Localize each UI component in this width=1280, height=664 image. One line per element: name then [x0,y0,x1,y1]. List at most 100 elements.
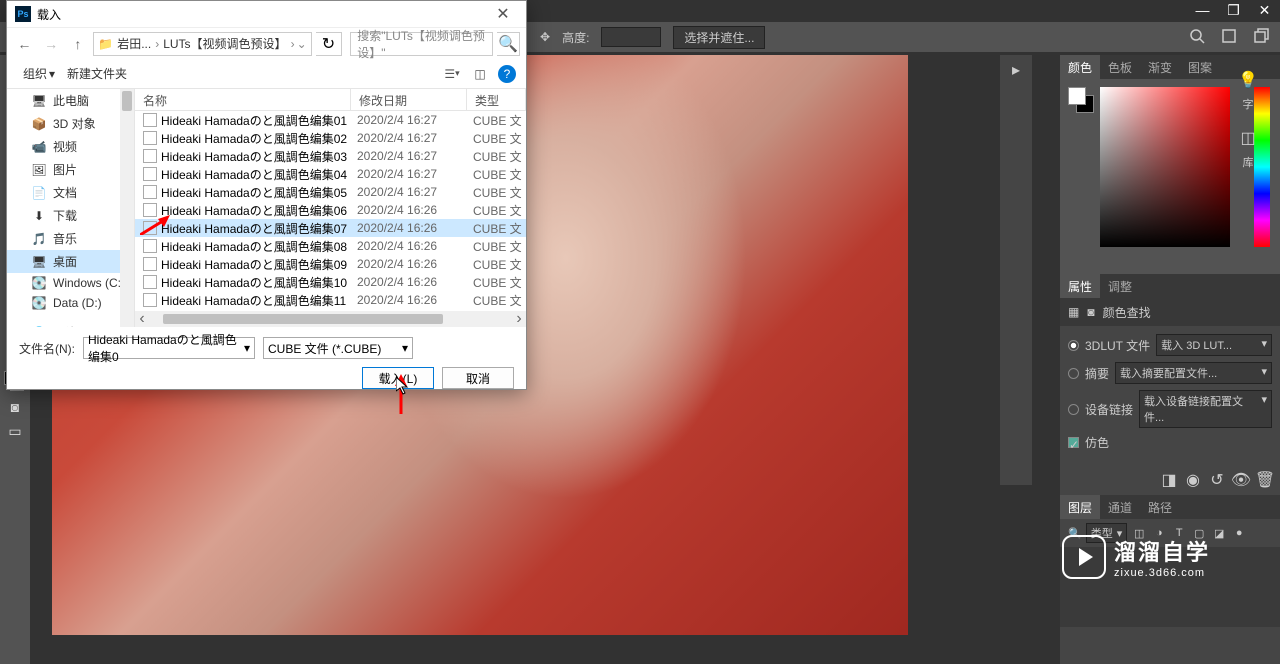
file-row[interactable]: Hideaki Hamadaのと風調色编集07【...2020/2/4 16:2… [135,219,526,237]
tree-item[interactable]: 🖼图片 [7,158,134,181]
arrange-icon[interactable] [1218,25,1240,47]
file-list-body[interactable]: Hideaki Hamadaのと風調色编集01【...2020/2/4 16:2… [135,111,526,309]
file-row[interactable]: Hideaki Hamadaのと風調色编集06【...2020/2/4 16:2… [135,201,526,219]
file-name: Hideaki Hamadaのと風調色编集03【... [161,148,351,165]
scrollbar-thumb[interactable] [122,91,132,111]
file-row[interactable]: Hideaki Hamadaのと風調色编集04【...2020/2/4 16:2… [135,165,526,183]
tab-paths[interactable]: 路径 [1140,495,1180,519]
scroll-right-icon[interactable]: › [512,310,526,327]
delete-icon[interactable]: 🗑 [1256,471,1274,489]
file-row[interactable]: Hideaki Hamadaのと風調色编集09【...2020/2/4 16:2… [135,255,526,273]
prop-row-3dlut: 3DLUT 文件 载入 3D LUT...▾ [1068,334,1272,356]
file-type: CUBE 文 [467,130,526,147]
help-icon[interactable]: ? [498,65,516,83]
dialog-close-button[interactable]: ✕ [488,4,518,24]
breadcrumb-bar[interactable]: 📁 岩田... › LUTs【视频调色预设】 › ⌄ [93,32,311,56]
file-icon [143,239,157,253]
tree-item[interactable]: ⬇下载 [7,204,134,227]
refresh-button[interactable]: ↻ [316,32,343,56]
close-button[interactable]: ✕ [1249,0,1280,20]
tree-item[interactable]: 🎵音乐 [7,227,134,250]
file-row[interactable]: Hideaki Hamadaのと風調色编集10【...2020/2/4 16:2… [135,273,526,291]
share-icon[interactable] [1250,25,1272,47]
layers-list[interactable]: 溜溜自学 zixue.3d66.com [1060,547,1280,627]
tab-adjustments[interactable]: 调整 [1100,274,1140,298]
checkbox-dither[interactable]: ✓ [1068,437,1079,448]
tree-item[interactable]: 💽Windows (C:) [7,273,134,293]
tree-item[interactable]: 📄文档 [7,181,134,204]
tab-color[interactable]: 颜色 [1060,55,1100,79]
search-button[interactable]: 🔍 [497,32,520,56]
tree-item[interactable]: 💽Data (D:) [7,293,134,313]
chevron-down-icon[interactable]: ▾ [402,341,408,355]
file-row[interactable]: Hideaki Hamadaのと風調色编集11【...2020/2/4 16:2… [135,291,526,309]
reset-icon[interactable]: ↺ [1208,471,1226,489]
filename-input[interactable]: Hideaki Hamadaのと風調色编集0▾ [83,337,255,359]
minimize-button[interactable]: — [1187,0,1218,20]
tab-gradients[interactable]: 渐变 [1140,55,1180,79]
visibility-icon[interactable]: 👁 [1232,471,1250,489]
preview-pane-icon[interactable]: ◫ [470,65,490,83]
select-3dlut[interactable]: 载入 3D LUT...▾ [1156,334,1272,356]
select-devicelink[interactable]: 载入设备链接配置文件...▾ [1139,390,1272,428]
tab-patterns[interactable]: 图案 [1180,55,1220,79]
select-and-mask-button[interactable]: 选择并遮住... [673,26,765,49]
column-type[interactable]: 类型 [467,89,526,110]
tab-channels[interactable]: 通道 [1100,495,1140,519]
height-input[interactable] [601,27,661,47]
tab-swatches[interactable]: 色板 [1100,55,1140,79]
organize-button[interactable]: 组织 ▾ [17,63,61,84]
tab-properties[interactable]: 属性 [1060,274,1100,298]
chevron-down-icon[interactable]: ⌄ [297,37,307,51]
prop-row-abstract: 摘要 载入摘要配置文件...▾ [1068,362,1272,384]
properties-panel: ▦ ◙ 颜色查找 3DLUT 文件 载入 3D LUT...▾ 摘要 载入摘要配… [1060,298,1280,495]
scrollbar-thumb[interactable] [163,314,443,324]
nav-up-button[interactable]: ↑ [67,32,90,56]
color-fgbg-swatches[interactable] [1068,87,1094,113]
panel-toggle-icon[interactable]: ▸ [1002,57,1030,83]
color-field[interactable] [1100,87,1230,247]
column-name[interactable]: 名称 [135,89,351,110]
new-folder-button[interactable]: 新建文件夹 [61,63,133,84]
tree-item[interactable]: 🖥此电脑 [7,89,134,112]
radio-3dlut[interactable] [1068,340,1079,351]
search-input[interactable]: 搜索"LUTs【视频调色预设】" [350,32,493,56]
tree-item[interactable]: 🌐网络 [7,321,134,327]
select-abstract[interactable]: 载入摘要配置文件...▾ [1115,362,1272,384]
radio-devicelink[interactable] [1068,404,1079,415]
learn-icon[interactable]: 💡 [1226,66,1270,94]
folder-tree[interactable]: 🖥此电脑📦3D 对象📹视频🖼图片📄文档⬇下载🎵音乐🖥桌面💽Windows (C:… [7,89,135,327]
tree-item[interactable]: 📹视频 [7,135,134,158]
file-row[interactable]: Hideaki Hamadaのと風調色编集03【...2020/2/4 16:2… [135,147,526,165]
tool-screenmode[interactable]: ▭ [0,419,30,443]
nav-forward-button[interactable]: → [40,32,63,56]
clip-to-layer-icon[interactable]: ◨ [1160,471,1178,489]
libraries-icon[interactable]: ◫ [1226,124,1270,152]
view-previous-icon[interactable]: ◉ [1184,471,1202,489]
file-row[interactable]: Hideaki Hamadaのと風調色编集08【...2020/2/4 16:2… [135,237,526,255]
tree-item[interactable]: 📦3D 对象 [7,112,134,135]
horizontal-scrollbar[interactable]: ‹ › [135,311,526,327]
maximize-button[interactable]: ❐ [1218,0,1249,20]
chevron-down-icon[interactable]: ▾ [244,341,250,355]
fg-swatch[interactable] [1068,87,1086,105]
search-icon[interactable] [1186,25,1208,47]
cancel-button[interactable]: 取消 [442,367,514,389]
view-options-icon[interactable]: ☰ ▾ [442,65,462,83]
nav-back-button[interactable]: ← [13,32,36,56]
file-row[interactable]: Hideaki Hamadaのと風調色编集01【...2020/2/4 16:2… [135,111,526,129]
crumb-2[interactable]: LUTs【视频调色预设】 [161,35,288,52]
column-date[interactable]: 修改日期 [351,89,467,110]
filetype-select[interactable]: CUBE 文件 (*.CUBE)▾ [263,337,413,359]
tree-scrollbar[interactable] [120,89,134,327]
tab-layers[interactable]: 图层 [1060,495,1100,519]
radio-abstract[interactable] [1068,368,1079,379]
file-row[interactable]: Hideaki Hamadaのと風調色编集02【...2020/2/4 16:2… [135,129,526,147]
tree-item[interactable]: 🖥桌面 [7,250,134,273]
dialog-body: 🖥此电脑📦3D 对象📹视频🖼图片📄文档⬇下载🎵音乐🖥桌面💽Windows (C:… [7,89,526,327]
scroll-left-icon[interactable]: ‹ [135,310,149,327]
crumb-1[interactable]: 岩田... [115,35,153,52]
file-date: 2020/2/4 16:27 [351,131,467,145]
file-row[interactable]: Hideaki Hamadaのと風調色编集05【...2020/2/4 16:2… [135,183,526,201]
file-type: CUBE 文 [467,220,526,237]
